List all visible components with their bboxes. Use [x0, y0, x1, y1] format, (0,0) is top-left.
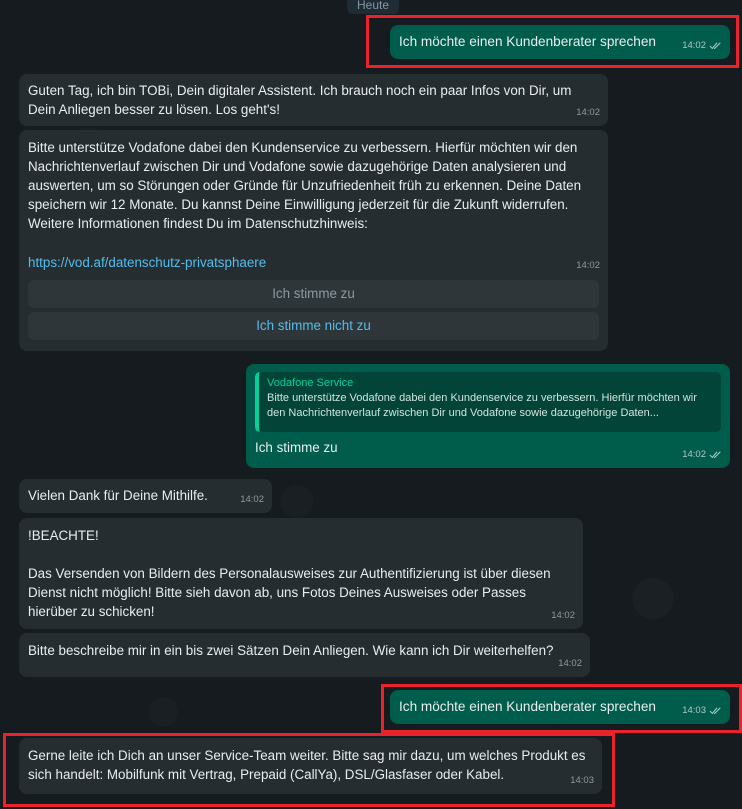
message-incoming[interactable]: Bitte beschreibe mir in ein bis zwei Sät…: [19, 633, 590, 677]
message-time: 14:02: [240, 494, 264, 505]
message-time: 14:02: [551, 610, 575, 621]
message-meta: 14:02: [682, 445, 722, 464]
message-meta: 14:02: [240, 490, 264, 509]
message-time: 14:02: [682, 40, 706, 51]
message-meta: 14:02: [551, 606, 575, 625]
message-time: 14:03: [682, 705, 706, 716]
privacy-link[interactable]: https://vod.af/datenschutz-privatsphaere: [28, 253, 266, 272]
double-check-icon: [709, 450, 721, 458]
message-incoming[interactable]: Gerne leite ich Dich an unser Service-Te…: [19, 738, 602, 794]
quote-text: Bitte unterstütze Vodafone dabei den Kun…: [267, 392, 697, 419]
message-meta: 14:02: [558, 654, 582, 673]
message-outgoing[interactable]: Ich möchte einen Kundenberater sprechen …: [390, 25, 730, 59]
quote-sender: Vodafone Service: [267, 377, 354, 389]
message-text: !BEACHTE! Das Versenden von Bildern des …: [28, 528, 551, 619]
message-text: Guten Tag, ich bin TOBi, Dein digitaler …: [28, 83, 576, 117]
consent-decline-button[interactable]: Ich stimme nicht zu: [28, 312, 599, 340]
message-meta: 14:02: [576, 256, 600, 275]
chat-panel: Heute Ich möchte einen Kundenberater spr…: [0, 0, 742, 809]
message-text: Bitte unterstütze Vodafone dabei den Kun…: [28, 140, 585, 231]
message-text: Gerne leite ich Dich an unser Service-Te…: [28, 748, 590, 782]
message-time: 14:03: [570, 775, 594, 786]
quoted-message[interactable]: Vodafone Service Bitte unterstütze Vodaf…: [255, 372, 721, 432]
message-time: 14:02: [682, 449, 706, 460]
message-text: Ich stimme zu: [255, 440, 338, 455]
message-reply[interactable]: Vodafone Service Bitte unterstütze Vodaf…: [246, 364, 730, 468]
message-outgoing[interactable]: Ich möchte einen Kundenberater sprechen …: [390, 690, 730, 724]
message-meta: 14:03: [570, 771, 594, 790]
message-meta: 14:02: [682, 36, 722, 55]
message-time: 14:02: [558, 658, 582, 669]
message-time: 14:02: [576, 260, 600, 271]
message-text: Vielen Dank für Deine Mithilfe.: [28, 488, 208, 503]
message-incoming[interactable]: Vielen Dank für Deine Mithilfe. 14:02: [19, 479, 272, 513]
consent-accept-button[interactable]: Ich stimme zu: [28, 280, 599, 308]
message-time: 14:02: [576, 107, 600, 118]
message-text: Ich möchte einen Kundenberater sprechen: [399, 699, 656, 714]
message-text: Bitte beschreibe mir in ein bis zwei Sät…: [28, 643, 554, 658]
message-meta: 14:02: [576, 103, 600, 122]
message-consent[interactable]: Bitte unterstütze Vodafone dabei den Kun…: [19, 130, 608, 351]
double-check-icon: [709, 41, 721, 49]
date-chip: Heute: [347, 0, 399, 14]
message-text: Ich möchte einen Kundenberater sprechen: [399, 34, 656, 49]
double-check-icon: [709, 706, 721, 714]
message-meta: 14:03: [682, 701, 722, 720]
message-notice[interactable]: !BEACHTE! Das Versenden von Bildern des …: [19, 518, 583, 629]
message-incoming[interactable]: Guten Tag, ich bin TOBi, Dein digitaler …: [19, 74, 608, 126]
